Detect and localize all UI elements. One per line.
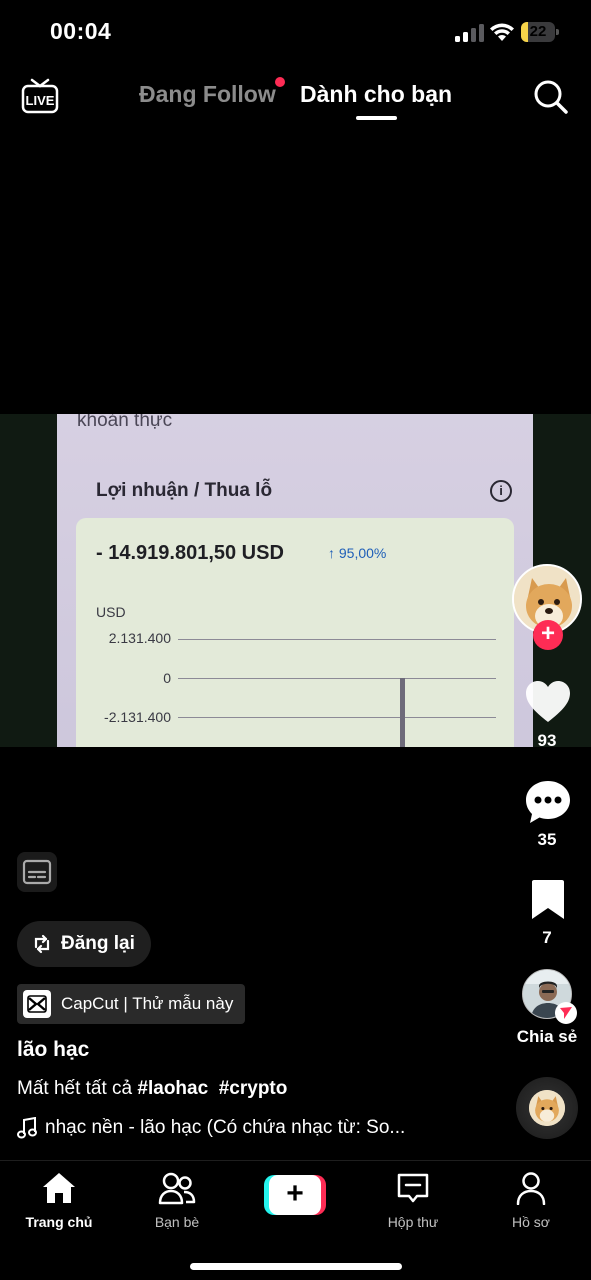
home-indicator <box>190 1263 402 1270</box>
capcut-logo-icon <box>23 990 51 1018</box>
nav-profile-label: Hồ sơ <box>512 1214 550 1230</box>
caption-text: Mất hết tất cả <box>17 1078 138 1099</box>
top-nav: LIVE Đang Follow Dành cho bạn <box>0 62 591 132</box>
repost-icon <box>34 934 50 954</box>
share-button[interactable] <box>522 969 577 1024</box>
comment-count: 35 <box>537 830 557 849</box>
video-section-title: Lợi nhuận / Thua lỗ <box>96 480 273 501</box>
video-player[interactable]: khoản thực Lợi nhuận / Thua lỗ i - 14.91… <box>0 414 591 747</box>
music-note-icon <box>17 1117 37 1139</box>
author-username[interactable]: lão hạc <box>17 1038 89 1062</box>
video-content: khoản thực Lợi nhuận / Thua lỗ i - 14.91… <box>57 414 533 747</box>
info-icon: i <box>490 480 512 502</box>
sound-title: nhạc nền - lão hạc (Có chứa nhạc từ: So.… <box>45 1117 406 1138</box>
share-label[interactable]: Chia sẻ <box>507 1027 587 1047</box>
captions-toggle-button[interactable] <box>17 852 57 892</box>
doge-disc-icon <box>529 1090 565 1126</box>
hashtag-link[interactable]: #laohac <box>137 1078 208 1099</box>
battery-level: 22 <box>529 23 547 40</box>
video-gridline <box>178 678 496 679</box>
nav-inbox-label: Hộp thư <box>387 1214 439 1230</box>
repost-button[interactable]: Đăng lại <box>17 921 151 967</box>
notification-dot <box>275 77 285 87</box>
like-count: 93 <box>537 731 557 750</box>
tab-for-you[interactable]: Dành cho bạn <box>300 81 452 108</box>
capcut-label: CapCut | Thử mẫu này <box>61 994 234 1013</box>
cellular-signal-icon <box>455 24 484 42</box>
nav-home-label: Trang chủ <box>25 1214 93 1230</box>
video-percent: ↑ 95,00% <box>328 545 387 561</box>
battery-indicator: 22 <box>521 22 559 42</box>
video-axis-unit: USD <box>96 604 126 620</box>
video-gridline <box>178 717 496 718</box>
home-icon <box>43 1173 75 1203</box>
video-pnl-card: - 14.919.801,50 USD ↑ 95,00% USD 2.131.4… <box>76 518 514 747</box>
video-top-text: khoản thực <box>77 414 173 431</box>
active-tab-indicator <box>356 116 397 120</box>
music-disc-button[interactable] <box>516 1077 578 1139</box>
create-video-button[interactable]: + <box>264 1175 326 1215</box>
share-arrow-icon <box>555 1002 577 1024</box>
music-disc-cover <box>529 1090 565 1126</box>
video-gridline <box>178 639 496 640</box>
creator-avatar-button[interactable]: + <box>512 564 584 650</box>
wifi-icon <box>490 23 514 41</box>
search-button[interactable] <box>530 76 570 116</box>
comment-icon[interactable] <box>524 779 572 825</box>
nav-inbox[interactable]: Hộp thư <box>363 1171 463 1230</box>
video-amount: - 14.919.801,50 USD <box>96 542 284 564</box>
profile-icon <box>516 1172 546 1206</box>
video-caption: Mất hết tất cả #laohac #crypto <box>17 1078 287 1100</box>
bookmark-icon[interactable] <box>529 879 567 921</box>
like-heart-icon[interactable] <box>524 680 572 724</box>
tab-following[interactable]: Đang Follow <box>139 81 276 108</box>
live-button[interactable]: LIVE <box>20 76 60 116</box>
nav-friends-label: Bạn bè <box>154 1214 200 1230</box>
video-tick-label: 0 <box>163 670 171 686</box>
video-chart-bar <box>400 678 405 747</box>
nav-profile[interactable]: Hồ sơ <box>481 1171 581 1230</box>
create-plus-icon: + <box>269 1175 321 1215</box>
video-tick-label: 2.131.400 <box>108 630 171 646</box>
live-tv-icon: LIVE <box>21 78 59 114</box>
nav-friends[interactable]: Bạn bè <box>127 1171 227 1230</box>
hashtag-link[interactable]: #crypto <box>219 1078 288 1099</box>
status-bar: 00:04 22 <box>0 0 591 62</box>
repost-label: Đăng lại <box>61 933 135 954</box>
search-icon <box>534 80 568 114</box>
captions-icon <box>22 859 52 885</box>
video-tick-label: -2.131.400 <box>104 709 171 725</box>
nav-home[interactable]: Trang chủ <box>9 1171 109 1230</box>
status-time: 00:04 <box>50 18 112 44</box>
follow-plus-icon[interactable]: + <box>533 620 563 650</box>
capcut-template-link[interactable]: CapCut | Thử mẫu này <box>17 984 246 1024</box>
save-count: 7 <box>542 928 552 947</box>
friends-icon <box>158 1172 196 1205</box>
inbox-icon <box>397 1173 429 1203</box>
live-label: LIVE <box>26 93 55 108</box>
sound-link[interactable]: nhạc nền - lão hạc (Có chứa nhạc từ: So.… <box>17 1117 405 1139</box>
bottom-nav: Trang chủ Bạn bè + Hộp thư Hồ sơ <box>0 1160 591 1280</box>
